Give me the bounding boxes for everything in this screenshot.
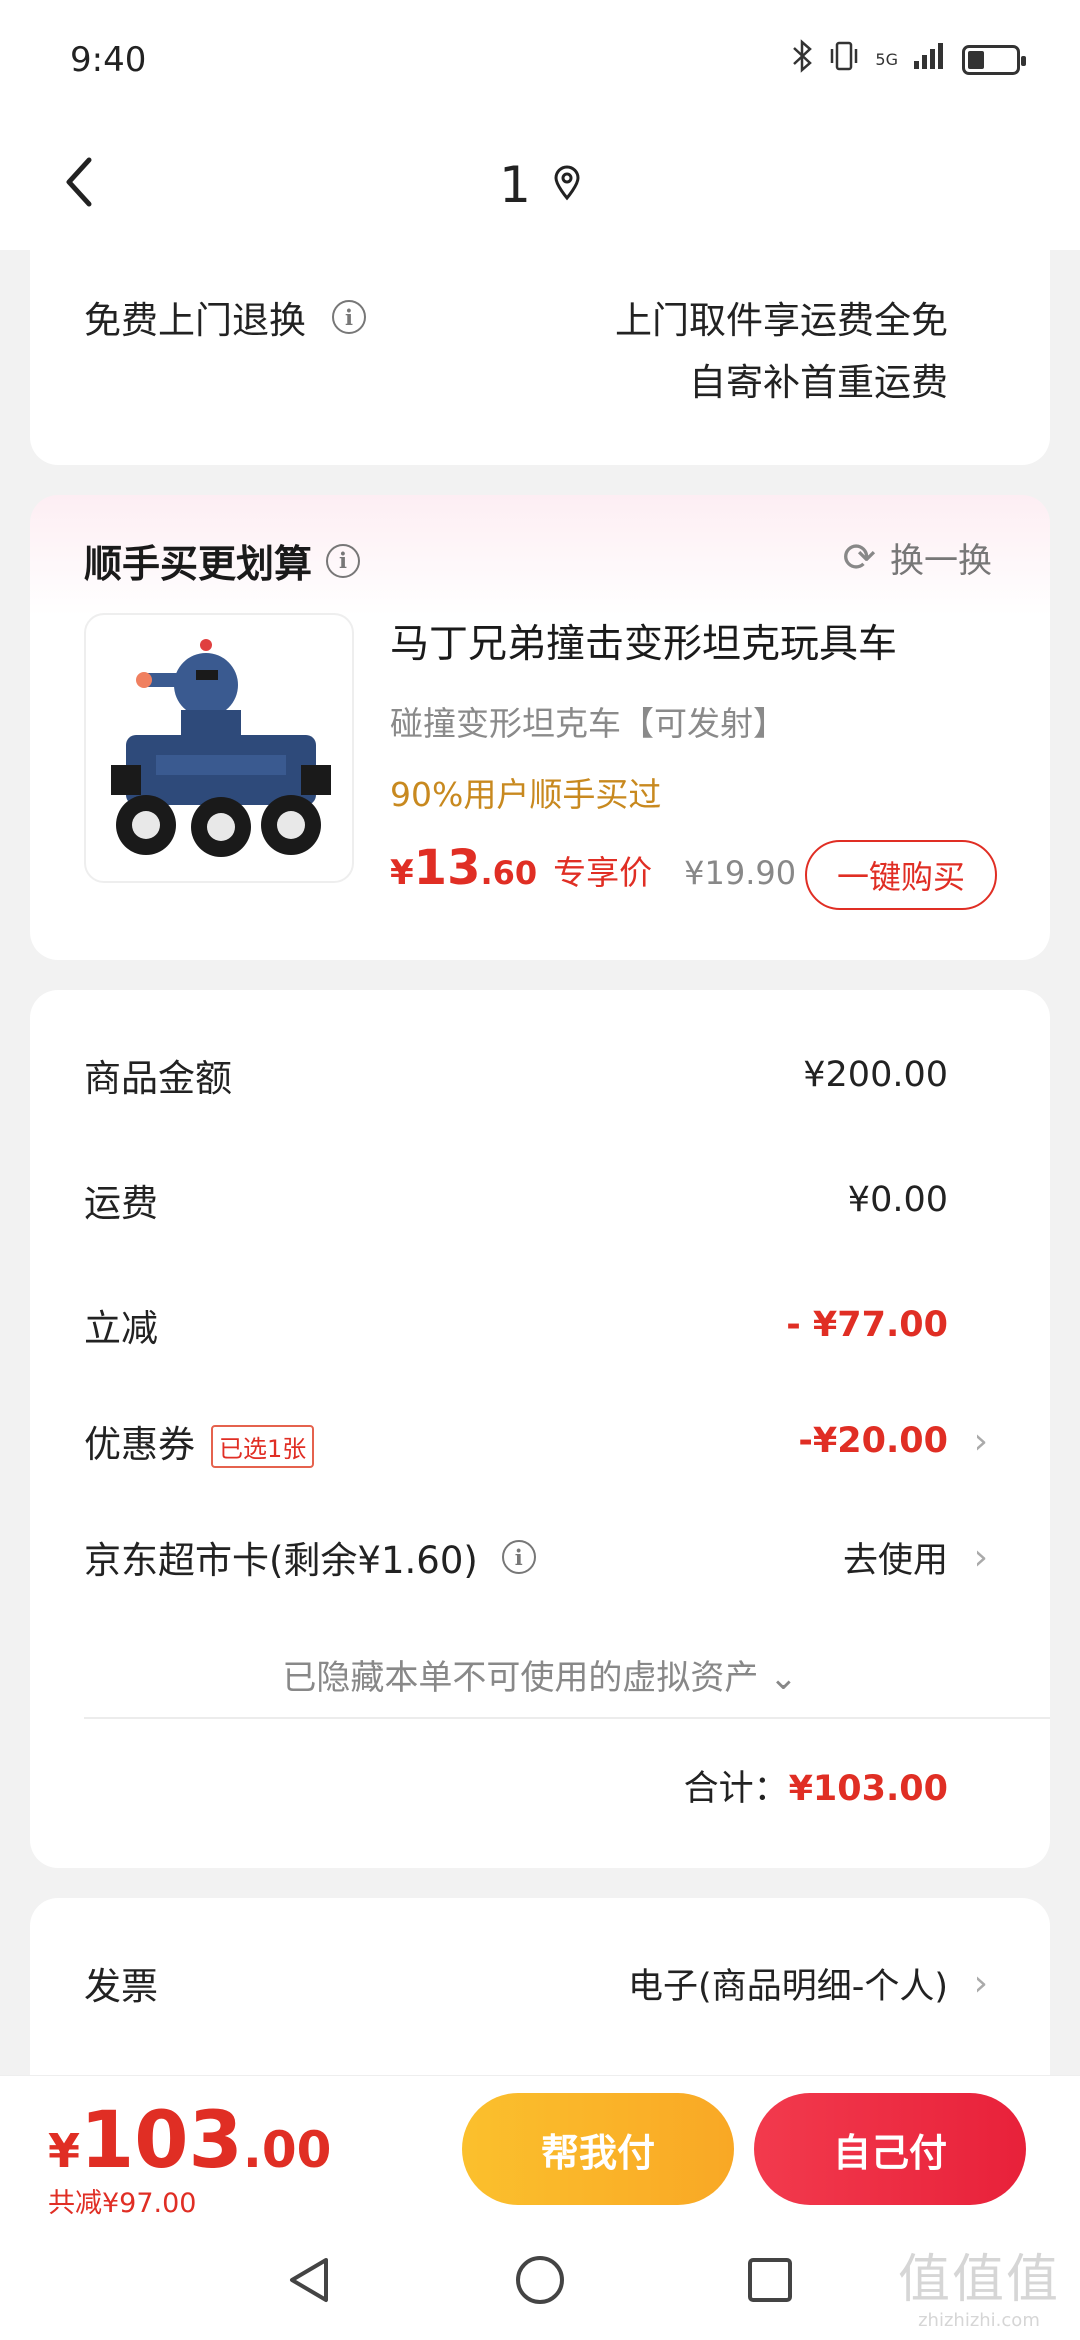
status-time: 9:40 [70,40,147,80]
divider [84,1717,1050,1719]
product-price: ¥ 13 .60 专享价 ¥19.90 [390,840,796,896]
watermark-logo: 值值值 [897,2250,1060,2310]
shipping-label: 运费 [84,1182,158,1225]
use-card-action[interactable]: 去使用 [843,1532,948,1583]
info-icon[interactable]: i [332,300,366,334]
supermarket-card-label: 京东超市卡(剩余¥1.60) [84,1539,478,1582]
status-icons: 5G [791,39,1026,81]
chevron-down-icon: ⌄ [769,1658,798,1698]
info-icon[interactable]: i [326,543,361,578]
page-title: 1 [499,156,531,214]
toy-tank-image [111,639,331,857]
discount-value: - ¥77.00 [786,1305,948,1345]
hidden-assets-note: 已隐藏本单不可使用的虚拟资产 [282,1658,759,1698]
shipping-value: ¥0.00 [847,1180,948,1220]
goods-amount-value: ¥200.00 [803,1055,948,1095]
nav-recents-icon[interactable] [740,2250,800,2310]
invoice-value: 电子(商品明细-个人) [628,1966,948,2007]
bluetooth-icon [791,39,813,81]
checkout-price-decimal: .00 [242,2121,332,2179]
chevron-right-icon: › [973,1962,988,2004]
return-service-line1: 上门取件享运费全免 [615,299,948,342]
recommend-card: 顺手买更划算 i ⟳ 换一换 马丁兄弟撞击变形坦克玩具车 碰撞变形坦克车【可发射… [30,495,1050,960]
product-name[interactable]: 马丁兄弟撞击变形坦克玩具车 [390,613,897,669]
one-click-buy-button[interactable]: 一键购买 [805,840,997,910]
checkout-price-integer: 103 [80,2096,243,2186]
invoice-label: 发票 [84,1965,158,2008]
checkout-bar: ¥ 103 .00 共减¥97.00 帮我付 自己付 [0,2075,1080,2220]
coupon-row[interactable]: 优惠券 已选1张 -¥20.00 › [84,1414,988,1468]
total-label: 合计： [683,1769,789,1809]
vibrate-icon [827,39,861,81]
discount-row: 立减 - ¥77.00 [84,1298,948,1352]
coupon-value: -¥20.00 [798,1421,948,1461]
refresh-icon: ⟳ [842,534,876,581]
watermark: 值值值 zhizhizhi.com [898,2250,1060,2331]
original-price: ¥19.90 [684,854,797,892]
shipping-row: 运费 ¥0.00 [84,1173,948,1227]
nav-back-icon[interactable] [280,2250,340,2310]
product-image[interactable] [84,613,354,883]
supermarket-card-row[interactable]: 京东超市卡(剩余¥1.60) i 去使用 › [84,1530,988,1584]
order-total: 合计：¥103.00 [684,1760,948,1811]
discount-label: 立减 [84,1307,158,1350]
goods-amount-row: 商品金额 ¥200.00 [84,1048,948,1102]
product-tag: 90%用户顺手买过 [390,775,662,814]
status-bar: 9:40 5G [0,0,1080,120]
info-icon[interactable]: i [501,1540,536,1574]
return-service-desc: 上门取件享运费全免 自寄补首重运费 [615,290,948,414]
price-integer: 13 [413,840,481,896]
battery-icon [962,45,1026,75]
price-decimal: .60 [480,854,538,892]
coupon-label: 优惠券 [84,1423,195,1466]
watermark-url: zhizhizhi.com [918,2310,1040,2331]
return-service-card: 免费上门退换 i 上门取件享运费全免 自寄补首重运费 [30,220,1050,465]
invoice-row[interactable]: 发票 电子(商品明细-个人) › [84,1956,988,2010]
return-service-line2: 自寄补首重运费 [689,361,948,404]
return-service-label: 免费上门退换 [84,299,306,342]
nav-home-icon[interactable] [510,2250,570,2310]
price-label: 专享价 [553,853,653,892]
checkout-total-discount: 共减¥97.00 [48,2188,197,2219]
refresh-button[interactable]: ⟳ 换一换 [842,533,992,582]
coupon-badge: 已选1张 [211,1425,315,1468]
checkout-total-price: ¥ 103 .00 [48,2096,331,2186]
help-pay-button[interactable]: 帮我付 [462,2093,734,2205]
recommend-title: 顺手买更划算 [84,542,313,586]
price-symbol: ¥ [390,853,414,893]
self-pay-button[interactable]: 自己付 [754,2093,1026,2205]
back-arrow-icon[interactable] [55,142,105,222]
chevron-right-icon: › [973,1420,988,1462]
refresh-label: 换一换 [890,541,992,581]
signal-icon [912,41,948,79]
order-summary-card: 商品金额 ¥200.00 运费 ¥0.00 立减 - ¥77.00 优惠券 已选1… [30,990,1050,1868]
network-type: 5G [875,50,898,69]
checkout-price-symbol: ¥ [48,2124,81,2178]
chevron-right-icon: › [973,1536,988,1578]
hidden-assets-toggle[interactable]: 已隐藏本单不可使用的虚拟资产 ⌄ [30,1650,1050,1699]
location-pin-icon[interactable] [553,165,581,205]
product-subtitle: 碰撞变形坦克车【可发射】 [390,704,786,743]
goods-amount-label: 商品金额 [84,1057,232,1100]
total-value: ¥103.00 [788,1769,948,1809]
